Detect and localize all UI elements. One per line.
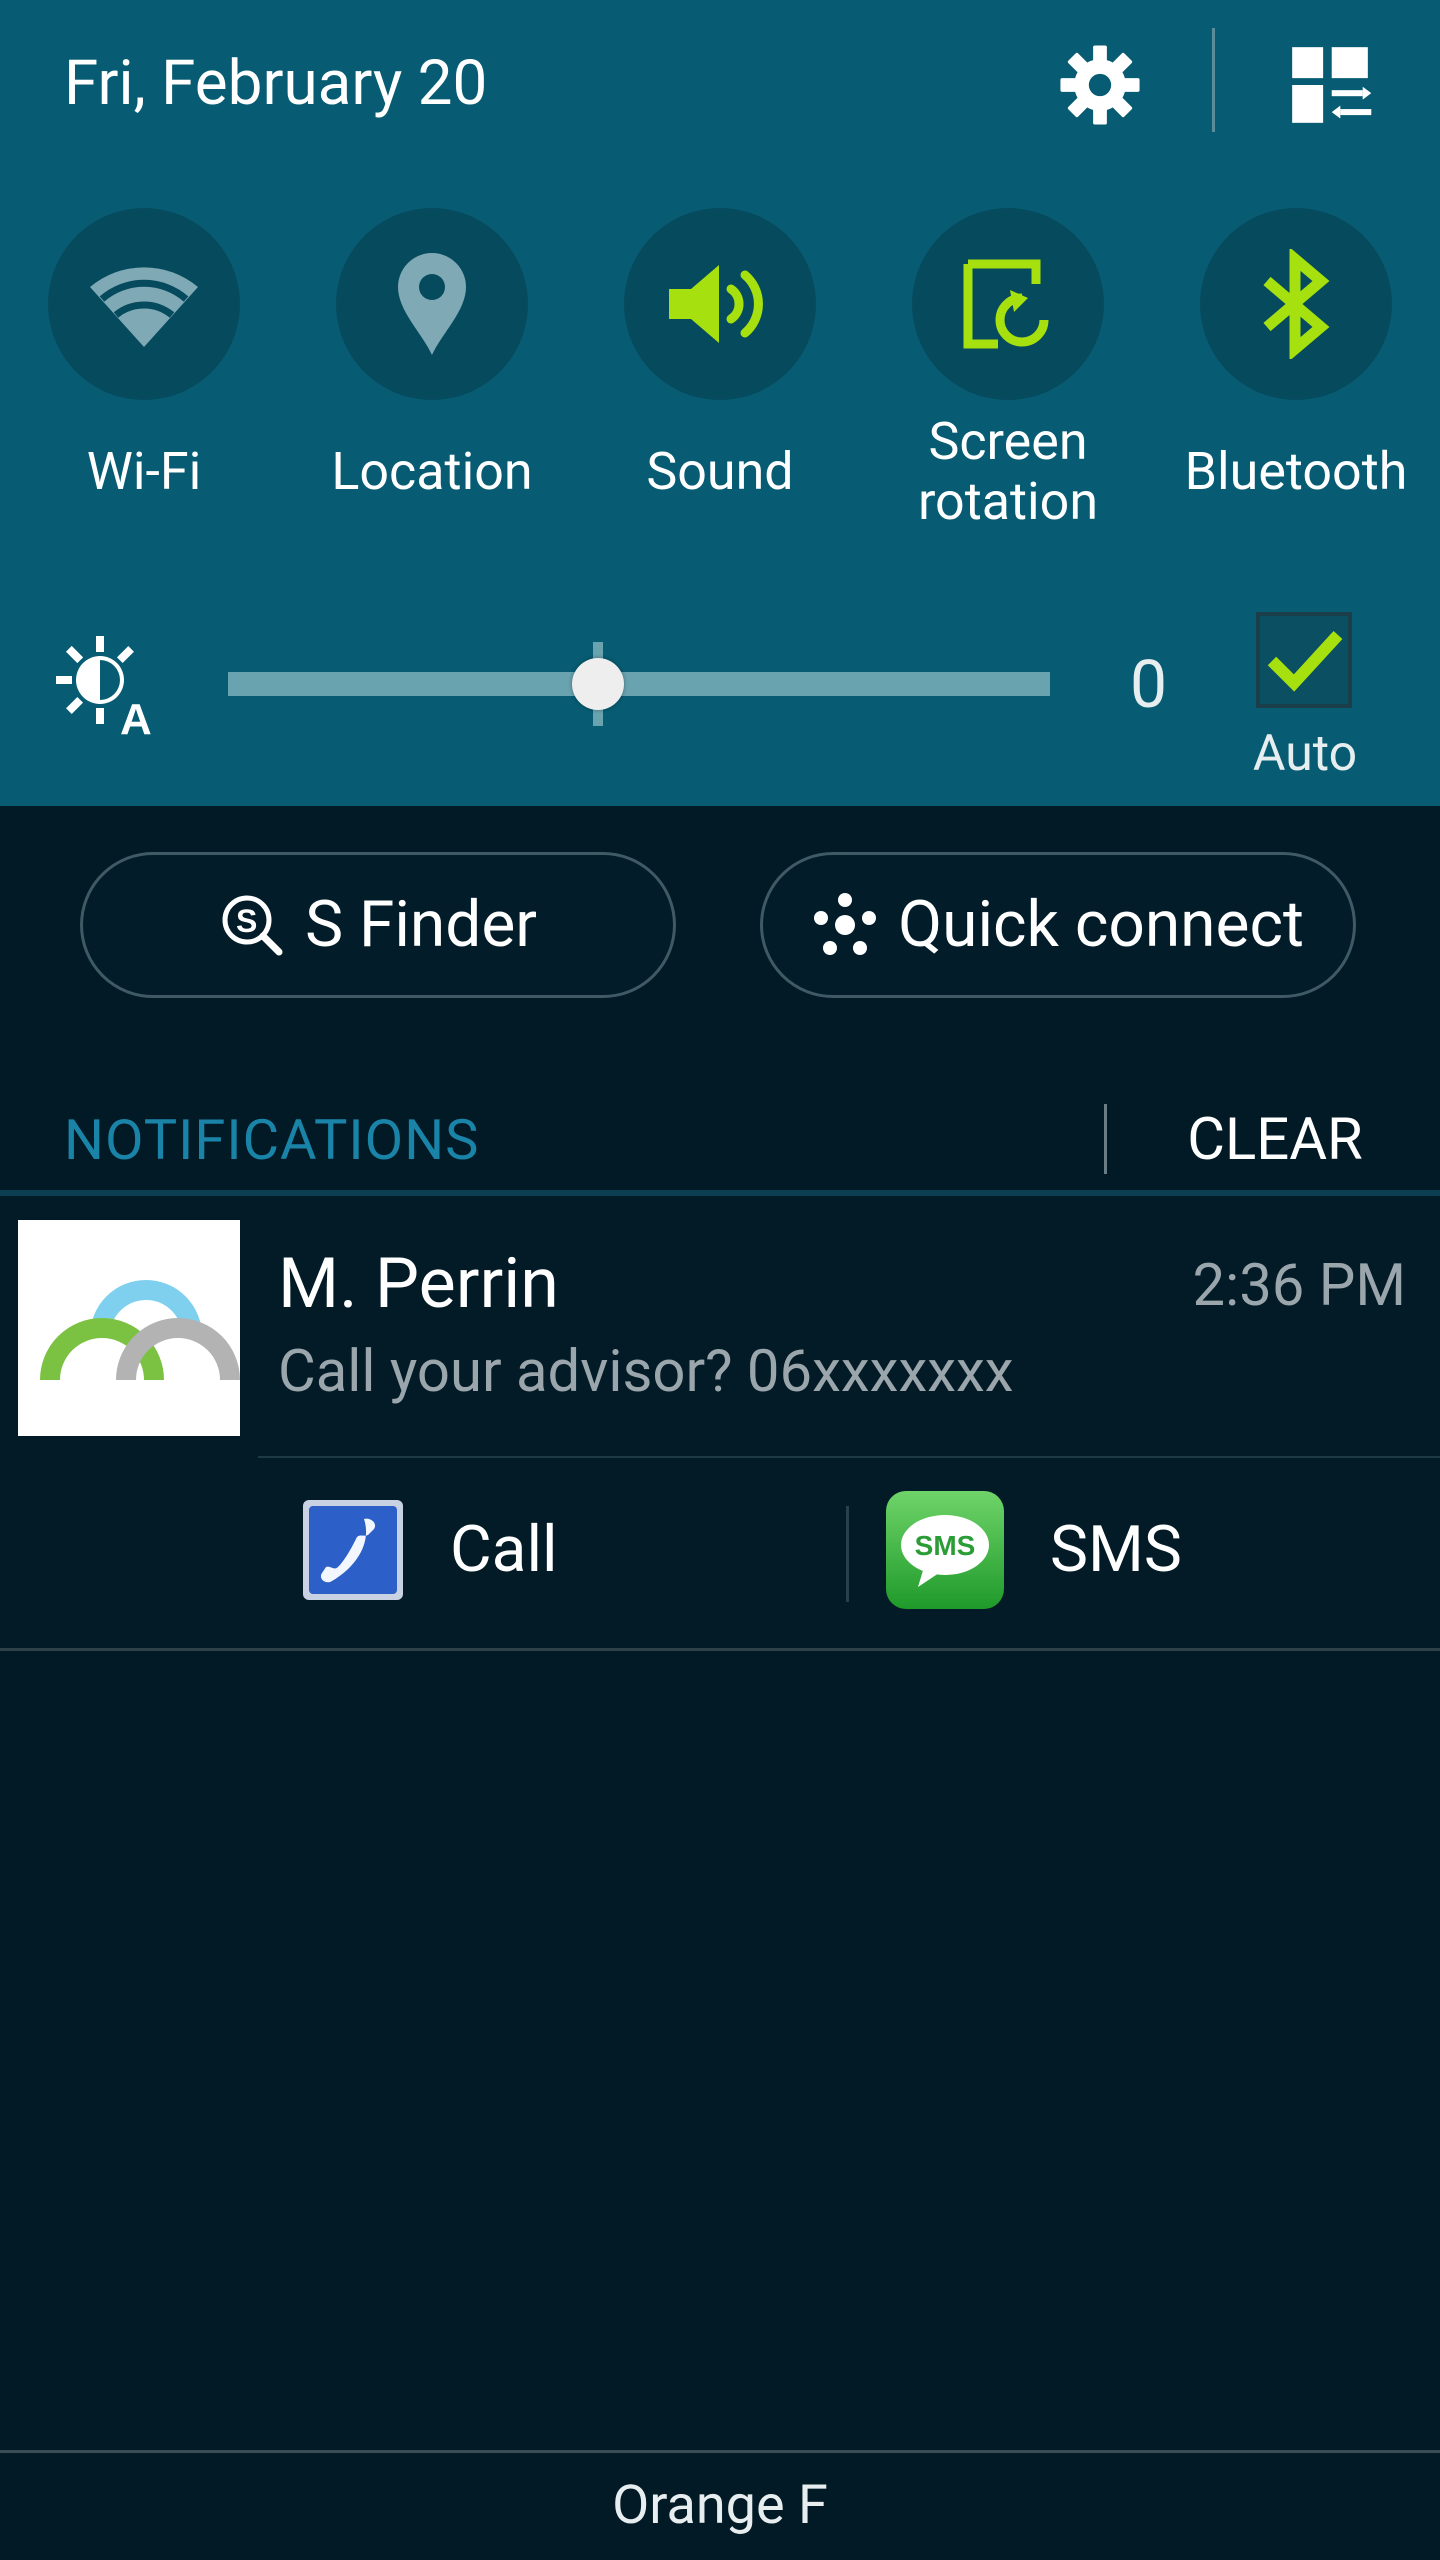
tile-sound-label: Sound (646, 441, 794, 502)
notification-app-logo (18, 1220, 240, 1436)
wifi-icon (90, 267, 198, 347)
sms-action-label: SMS (1050, 1512, 1182, 1587)
quick-connect-icon (814, 893, 877, 955)
notifications-divider (1104, 1104, 1107, 1174)
notification-title: M. Perrin (278, 1243, 559, 1325)
s-finder-icon: S (222, 895, 283, 956)
checkmark-icon (1267, 630, 1343, 692)
rainbow-logo-icon (40, 1280, 240, 1381)
gear-icon (1060, 45, 1140, 125)
tile-wifi-label: Wi-Fi (86, 441, 202, 502)
tile-sound-circle (624, 208, 816, 400)
notification-time: 2:36 PM (1192, 1252, 1406, 1320)
tile-sound[interactable]: Sound (590, 208, 850, 502)
date-label: Fri, February 20 (64, 47, 488, 120)
grid-swap-icon (1292, 47, 1372, 123)
tile-screen-rotation[interactable]: Screen rotation (878, 208, 1138, 532)
quick-connect-button[interactable]: Quick connect (760, 852, 1356, 998)
notification-separator (258, 1456, 1440, 1458)
footer-divider (0, 2450, 1440, 2453)
tile-bluetooth[interactable]: Bluetooth (1166, 208, 1426, 502)
svg-text:S: S (236, 903, 257, 939)
auto-brightness-checkbox[interactable] (1256, 612, 1352, 708)
location-pin-icon (398, 253, 466, 355)
brightness-track (228, 672, 1050, 696)
tile-wifi[interactable]: Wi-Fi (14, 208, 274, 502)
quick-connect-label: Quick connect (898, 887, 1304, 962)
brightness-auto-icon: A (56, 630, 166, 744)
tile-rotation-label: Screen rotation (878, 412, 1138, 532)
tile-location[interactable]: Location (302, 208, 562, 502)
tile-location-label: Location (331, 441, 533, 502)
action-separator (846, 1506, 849, 1602)
tile-rotation-label-line2: rotation (917, 471, 1099, 532)
notification-card-bottom-border (0, 1648, 1440, 1651)
brightness-value: 0 (1130, 647, 1168, 724)
sms-app-icon: SMS (886, 1491, 1004, 1609)
tile-bluetooth-label: Bluetooth (1184, 441, 1408, 502)
header-divider (1212, 28, 1215, 132)
call-action-label: Call (450, 1512, 558, 1587)
s-finder-button[interactable]: S S Finder (80, 852, 676, 998)
tile-bluetooth-circle (1200, 208, 1392, 400)
settings-button[interactable] (1040, 30, 1160, 140)
notification-message: Call your advisor? 06xxxxxxx (278, 1338, 1014, 1406)
tile-rotation-circle (912, 208, 1104, 400)
svg-text:SMS: SMS (915, 1530, 976, 1561)
auto-brightness-label: Auto (1252, 725, 1358, 783)
s-finder-label: S Finder (305, 887, 537, 962)
brightness-slider[interactable] (228, 642, 1050, 726)
call-action-button[interactable]: Call (300, 1470, 558, 1630)
svg-text:A: A (120, 695, 152, 740)
brightness-thumb[interactable] (571, 658, 624, 710)
screen-rotation-icon (963, 259, 1049, 349)
bluetooth-icon (1263, 249, 1330, 359)
notifications-title: NOTIFICATIONS (64, 1107, 480, 1173)
tile-location-circle (336, 208, 528, 400)
phone-app-icon (303, 1500, 403, 1600)
edit-tiles-button[interactable] (1270, 30, 1390, 140)
tile-wifi-circle (48, 208, 240, 400)
clear-button[interactable]: CLEAR (1160, 1100, 1390, 1180)
speaker-icon (669, 265, 763, 343)
sms-action-button[interactable]: SMS SMS (884, 1470, 1182, 1630)
carrier-label: Orange F (612, 2474, 828, 2537)
tile-rotation-label-line1: Screen (928, 411, 1088, 472)
